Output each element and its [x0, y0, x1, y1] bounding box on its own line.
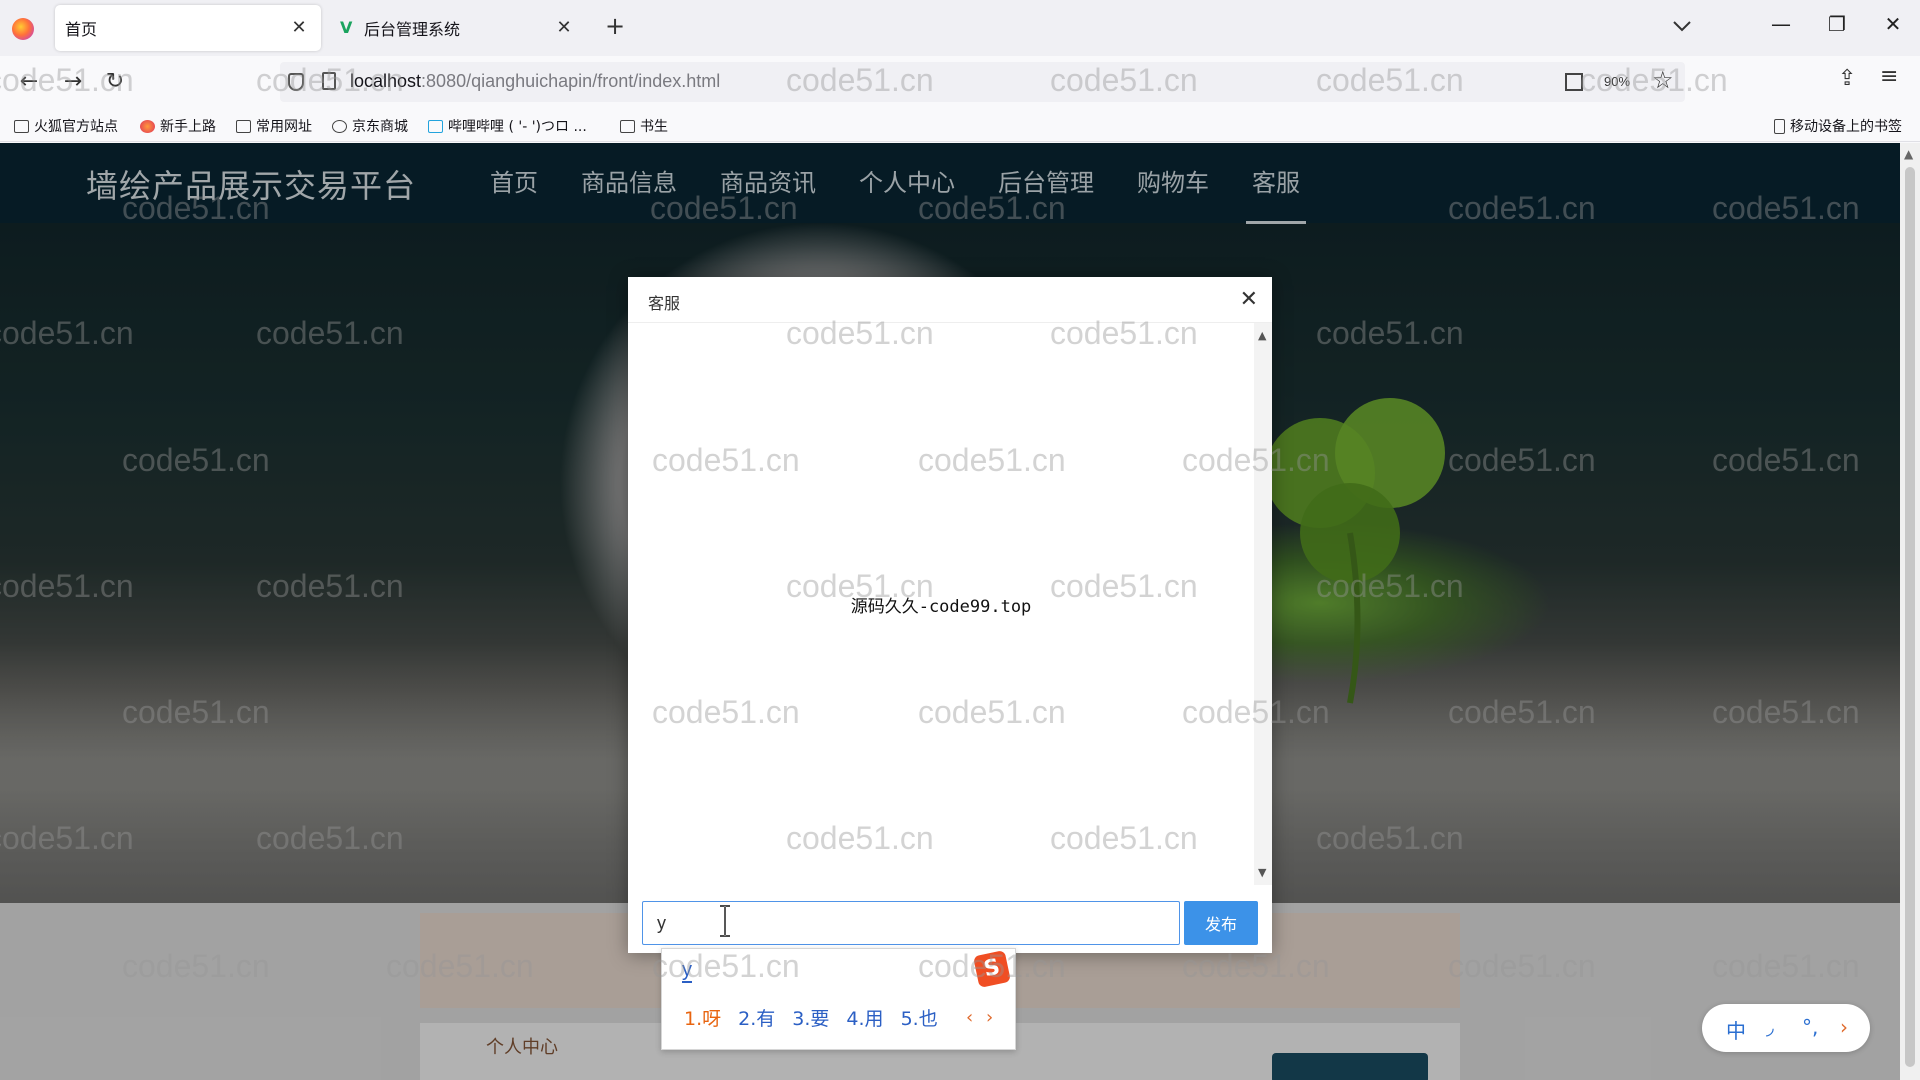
dialog-close-icon[interactable]: ✕ — [1240, 287, 1258, 312]
chat-body: 源码久久-code99.top ▲ ▼ — [628, 323, 1272, 885]
close-tab-icon[interactable]: ✕ — [554, 17, 574, 38]
vue-logo-icon: V — [340, 18, 353, 37]
tab-title: 后台管理系统 — [364, 20, 461, 39]
firefox-icon[interactable] — [12, 18, 34, 40]
send-button[interactable]: 发布 — [1184, 901, 1258, 945]
text-cursor-icon — [720, 905, 730, 937]
menu-icon[interactable]: ≡ — [1880, 64, 1898, 89]
ime-halfwidth-moon-icon[interactable]: ◞ — [1766, 1015, 1774, 1039]
restore-icon[interactable]: ❐ — [1822, 12, 1852, 36]
address-bar[interactable]: localhost:8080/qianghuichapin/front/inde… — [280, 62, 1685, 102]
customer-service-dialog: 客服 ✕ 源码久久-code99.top ▲ ▼ 发布 — [628, 277, 1272, 953]
bookmark-item[interactable]: 火狐官方站点 — [14, 116, 118, 136]
bookmark-item[interactable]: 常用网址 — [236, 116, 312, 136]
mobile-bookmarks[interactable]: 移动设备上的书签 — [1774, 116, 1902, 136]
bilibili-icon — [428, 119, 443, 133]
forward-icon[interactable]: → — [58, 68, 88, 98]
folder-icon — [620, 119, 635, 133]
ime-next-page-icon[interactable]: › — [986, 1007, 993, 1028]
minimize-icon[interactable]: — — [1766, 12, 1796, 36]
qr-code-icon[interactable] — [1565, 73, 1583, 91]
navigation-toolbar: ← → ↻ localhost:8080/qianghuichapin/fron… — [0, 56, 1920, 108]
bookmark-star-icon[interactable]: ☆ — [1652, 66, 1674, 94]
ime-candidate[interactable]: 5.也 — [901, 1004, 938, 1031]
page-scrollbar[interactable]: ▲ — [1900, 143, 1920, 1080]
folder-icon — [236, 119, 251, 133]
firefox-small-icon — [140, 119, 155, 133]
sogou-logo-icon: S — [973, 950, 1011, 988]
tab-bar: 首页 ✕ V 后台管理系统 ✕ + — ❐ ✕ — [0, 0, 1920, 56]
bookmark-item[interactable]: 书生 — [620, 116, 668, 136]
tab-home[interactable]: 首页 ✕ — [55, 5, 321, 51]
chat-scrollbar[interactable]: ▲ ▼ — [1254, 323, 1272, 885]
chat-messages: 源码久久-code99.top — [628, 323, 1254, 885]
scroll-up-icon[interactable]: ▲ — [1904, 147, 1913, 161]
dialog-header: 客服 ✕ — [628, 277, 1272, 323]
tab-list-chevron-icon[interactable] — [1670, 14, 1694, 38]
tracking-shield-icon[interactable] — [288, 73, 304, 91]
globe-icon — [332, 119, 347, 133]
ime-punctuation-icon[interactable]: °, — [1802, 1015, 1818, 1039]
dialog-title: 客服 — [648, 294, 681, 313]
tab-title: 首页 — [65, 20, 98, 39]
ime-candidate[interactable]: 1.呀 — [684, 1004, 721, 1031]
chat-message: 源码久久-code99.top — [850, 596, 1032, 617]
scroll-down-icon[interactable]: ▼ — [1258, 866, 1266, 879]
ime-status-bar: 中 ◞ °, › — [1702, 1004, 1870, 1052]
bookmark-item[interactable]: 哔哩哔哩 ( '- ')つロ ... — [428, 116, 587, 136]
url-text[interactable]: localhost:8080/qianghuichapin/front/inde… — [350, 71, 720, 92]
page-info-icon[interactable] — [322, 72, 336, 90]
close-tab-icon[interactable]: ✕ — [289, 17, 309, 38]
bookmark-item[interactable]: 新手上路 — [140, 116, 216, 136]
scrollbar-thumb[interactable] — [1905, 167, 1915, 1067]
ime-candidate[interactable]: 4.用 — [846, 1004, 883, 1031]
bookmark-item[interactable]: 京东商城 — [332, 116, 408, 136]
window-close-icon[interactable]: ✕ — [1878, 12, 1908, 36]
bookmarks-bar: 火狐官方站点 新手上路 常用网址 京东商城 哔哩哔哩 ( '- ')つロ ...… — [0, 108, 1920, 142]
reload-icon[interactable]: ↻ — [100, 68, 130, 98]
ime-candidate[interactable]: 3.要 — [792, 1004, 829, 1031]
ime-expand-icon[interactable]: › — [1840, 1015, 1848, 1039]
ime-candidate-window: y S 1.呀 2.有 3.要 4.用 5.也 ‹ › — [661, 948, 1016, 1050]
mobile-icon — [1774, 118, 1785, 134]
folder-icon — [14, 119, 29, 133]
back-icon[interactable]: ← — [14, 68, 44, 98]
scroll-up-icon[interactable]: ▲ — [1258, 329, 1266, 342]
new-tab-icon[interactable]: + — [605, 12, 625, 40]
ime-candidate[interactable]: 2.有 — [738, 1004, 775, 1031]
ime-chinese-mode-icon[interactable]: 中 — [1726, 1015, 1746, 1044]
ime-prev-page-icon[interactable]: ‹ — [966, 1007, 973, 1028]
ime-composition: y — [682, 959, 692, 983]
zoom-level[interactable]: 90% — [1604, 74, 1630, 89]
extensions-icon[interactable]: ⇪ — [1838, 66, 1856, 91]
tab-admin[interactable]: V 后台管理系统 ✕ — [330, 5, 586, 51]
ime-candidates: 1.呀 2.有 3.要 4.用 5.也 — [684, 1004, 955, 1031]
